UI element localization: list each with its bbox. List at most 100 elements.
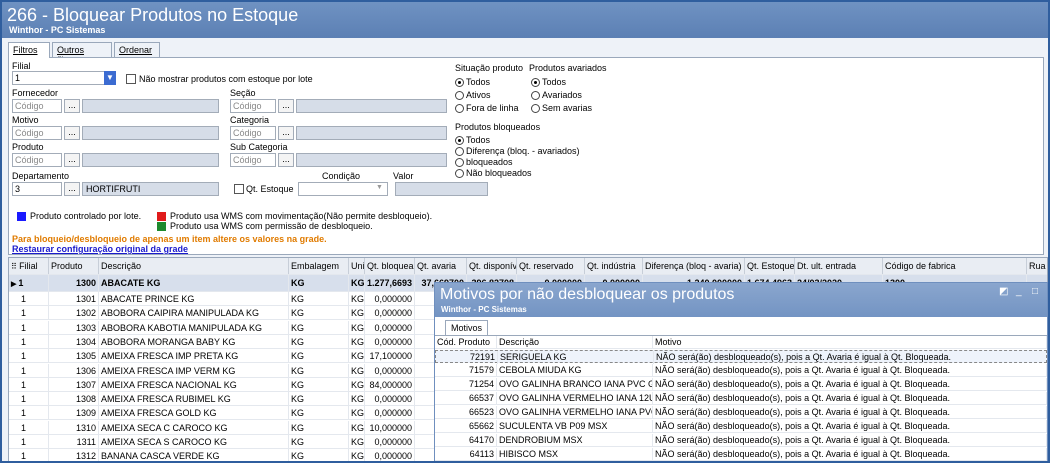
bloqueados-bloqueados-radio[interactable]: bloqueados (455, 157, 513, 167)
restore-icon[interactable]: ◩ (999, 286, 1008, 297)
window-subtitle: Winthor - PC Sistemas (9, 25, 106, 35)
col-uni[interactable]: Uni (349, 258, 365, 274)
situacao-fora-linha-radio[interactable]: Fora de linha (455, 103, 519, 113)
list-cell: SERIGUELA KG (498, 351, 654, 364)
categoria-code-input[interactable]: Código (230, 126, 276, 140)
table-cell: 1 (9, 306, 49, 321)
no-lot-stock-label: Não mostrar produtos com estoque por lot… (139, 74, 313, 84)
table-cell: KG (351, 392, 365, 407)
tab-ordenar[interactable]: Ordenar (114, 42, 160, 58)
situacao-ativos-radio[interactable]: Ativos (455, 90, 491, 100)
list-cell: NÃO será(ão) desbloqueado(s), pois a Qt.… (653, 420, 1047, 433)
col-qt-avaria[interactable]: Qt. avaria (415, 258, 467, 274)
situacao-todos-radio[interactable]: Todos (455, 77, 490, 87)
table-cell: KG (351, 377, 365, 392)
condicao-select[interactable] (298, 182, 388, 196)
list-cell: NÃO será(ão) desbloqueado(s), pois a Qt.… (653, 364, 1047, 377)
no-lot-stock-checkbox[interactable] (126, 74, 136, 84)
col-motivo[interactable]: Motivo (653, 336, 1047, 349)
list-item[interactable]: 66523OVO GALINHA VERMELHO IANA PVC 30UNÃ… (435, 406, 1047, 419)
departamento-code-input[interactable]: 3 (12, 182, 62, 196)
categoria-search-button[interactable]: ... (278, 126, 294, 140)
table-cell: KG (351, 435, 365, 449)
table-cell: AMEIXA FRESCA IMP PRETA KG (99, 349, 289, 364)
list-cell: OVO GALINHA VERMELHO IANA 12UN (499, 392, 653, 405)
col-codigo-fabrica[interactable]: Código de fabrica (883, 258, 1027, 274)
wms-mov-legend-label: Produto usa WMS com movimentação(Não per… (170, 211, 433, 221)
fornecedor-search-button[interactable]: ... (64, 99, 80, 113)
list-item[interactable]: 64113 HIBISCO MSX NÃO será(ão) desbloquead… (435, 448, 1047, 461)
col-cod-produto[interactable]: Cód. Produto (435, 336, 497, 349)
secao-code-input[interactable]: Código (230, 99, 276, 113)
col-qt-reservado[interactable]: Qt. reservado (517, 258, 585, 274)
table-cell: 1310 (49, 420, 99, 435)
bloqueados-diferenca-radio[interactable]: Diferença (bloq. - avariados) (455, 146, 580, 156)
table-cell: AMEIXA FRESCA NACIONAL KG (99, 377, 289, 392)
avariados-sem-avarias-radio[interactable]: Sem avarias (531, 103, 592, 113)
table-cell: 0,000000 (365, 392, 415, 407)
bloqueados-title: Produtos bloqueados (455, 122, 541, 132)
notice-text: Para bloqueio/desbloqueio de apenas um i… (12, 234, 327, 244)
avariados-avariados-radio[interactable]: Avariados (531, 90, 582, 100)
produto-search-button[interactable]: ... (64, 153, 80, 167)
list-cell: 71579 (435, 364, 497, 377)
valor-input[interactable] (395, 182, 488, 196)
wms-perm-legend-label: Produto usa WMS com permissão de desbloq… (170, 221, 373, 231)
table-cell: KG (351, 306, 365, 321)
table-cell: 1301 (49, 292, 99, 306)
table-cell: 1304 (49, 334, 99, 349)
bloqueados-todos-radio[interactable]: Todos (455, 135, 490, 145)
fornecedor-code-input[interactable]: Código (12, 99, 62, 113)
col-dt-ult-entrada[interactable]: Dt. ult. entrada (795, 258, 883, 274)
table-cell: 1312 (49, 449, 99, 461)
col-embalagem[interactable]: Embalagem (289, 258, 349, 274)
list-item[interactable]: 65662 SUCULENTA VB P09 MSX NÃO será(ão) de… (435, 420, 1047, 433)
tab-filtros[interactable]: Filtros (8, 42, 50, 58)
subcategoria-search-button[interactable]: ... (278, 153, 294, 167)
col-qt-industria[interactable]: Qt. indústria (585, 258, 643, 274)
motivo-code-input[interactable]: Código (12, 126, 62, 140)
departamento-search-button[interactable]: ... (64, 182, 80, 196)
produto-code-input[interactable]: Código (12, 153, 62, 167)
chevron-down-icon[interactable]: ▼ (104, 71, 116, 85)
table-cell: 0,000000 (365, 363, 415, 378)
list-item[interactable]: 72191 SERIGUELA KG NÃO será(ão) desbloquea… (435, 350, 1047, 364)
tab-motivos[interactable]: Motivos (445, 320, 489, 335)
col-diferenca[interactable]: Diferença (bloq - avaria) (643, 258, 745, 274)
motivo-search-button[interactable]: ... (64, 126, 80, 140)
list-cell: HIBISCO MSX (497, 448, 653, 461)
table-cell: 0,000000 (365, 320, 415, 335)
tab-outros-filtros[interactable]: Outros filtros (52, 42, 112, 65)
list-item[interactable]: 64170 DENDROBIUM MSX NÃO será(ão) desbloqu… (435, 434, 1047, 447)
qt-estoque-checkbox[interactable] (234, 184, 244, 194)
col-qt-bloqueada[interactable]: Qt. bloquea (365, 258, 415, 274)
restore-grid-link[interactable]: Restaurar configuração original da grade (12, 244, 188, 254)
col-descricao[interactable]: Descrição (99, 258, 289, 274)
filial-select[interactable]: 1 (12, 71, 108, 85)
subcategoria-code-input[interactable]: Código (230, 153, 276, 167)
col-produto[interactable]: Produto (49, 258, 99, 274)
list-item[interactable]: 66537 OVO GALINHA VERMELHO IANA 12UN NÃO s… (435, 392, 1047, 405)
col-qt-estoque[interactable]: Qt. Estoque (745, 258, 795, 274)
list-item[interactable]: 71579 CEBOLA MIUDA KG NÃO será(ão) desbloq… (435, 364, 1047, 377)
window-title: 266 - Bloquear Produtos no Estoque (7, 5, 299, 25)
col-filial[interactable]: ⠿ Filial (9, 258, 49, 274)
minimize-icon[interactable]: _ (1016, 286, 1022, 297)
col-qt-disponivel[interactable]: Qt. disponív (467, 258, 517, 274)
table-cell: KG (289, 420, 349, 435)
bloqueados-nao-bloqueados-radio[interactable]: Não bloqueados (455, 168, 532, 178)
wms-perm-legend-swatch (157, 222, 166, 231)
maximize-icon[interactable]: □ (1032, 286, 1038, 297)
col-descricao[interactable]: Descrição (497, 336, 653, 349)
col-rua[interactable]: Rua (1027, 258, 1047, 274)
chevron-down-icon[interactable]: ▼ (376, 184, 383, 191)
table-cell: KG (289, 435, 349, 449)
table-cell: AMEIXA SECA C CAROCO KG (99, 420, 289, 435)
produto-name-field (82, 153, 219, 167)
table-cell: ABACATE PRINCE KG (99, 292, 289, 306)
avariados-todos-radio[interactable]: Todos (531, 77, 566, 87)
filter-panel: Filial 1 ▼ Não mostrar produtos com esto… (8, 57, 1044, 255)
list-item[interactable]: 71254OVO GALINHA BRANCO IANA PVC GD 30NÃ… (435, 378, 1047, 391)
motivo-label: Motivo (12, 115, 39, 125)
secao-search-button[interactable]: ... (278, 99, 294, 113)
